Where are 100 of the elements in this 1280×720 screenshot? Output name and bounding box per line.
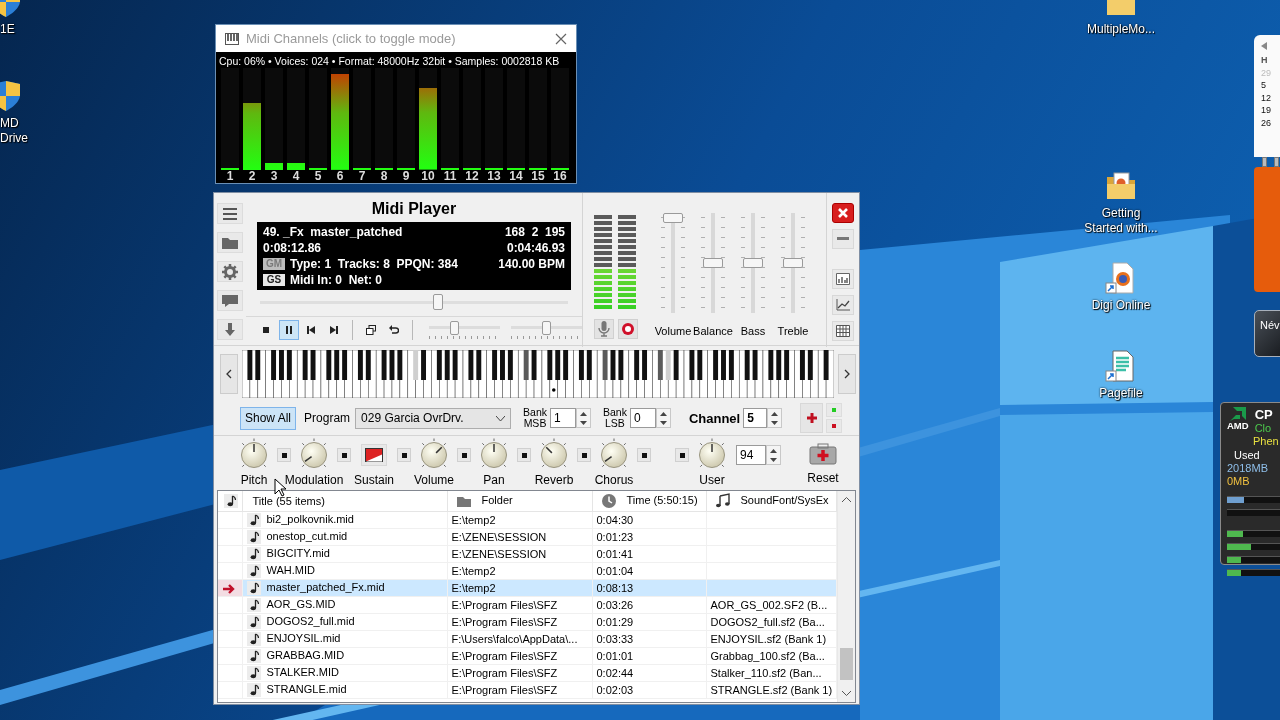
soundfont-cell: ENJOYSIL.sf2 (Bank 1)	[706, 630, 837, 648]
number-field[interactable]: 5	[743, 408, 768, 428]
folder-cell: E:\ZENE\SESSION	[447, 545, 592, 563]
total-time: 0:04:46.93	[506, 241, 565, 255]
playlist-row[interactable]: ENJOYSIL.mid F:\Users\falco\AppData\... 0:03:33 ENJOYSIL.sf2 (Bank 1)	[218, 630, 837, 648]
number-field[interactable]: 1	[550, 408, 576, 428]
track-name: 49. _Fx master_patched	[263, 225, 404, 239]
folder-cell: F:\Users\falco\AppData\...	[447, 630, 592, 648]
time-cell: 0:01:29	[592, 613, 706, 631]
number-field[interactable]: 94	[736, 445, 766, 465]
calendar-day[interactable]: 26	[1261, 116, 1280, 129]
knob-label: Sustain	[354, 473, 394, 487]
playlist-row[interactable]: STRANGLE.mid E:\Program Files\SFZ 0:02:03 STRANGLE.sf2 (Bank 1)	[218, 681, 837, 699]
format-badge: GM	[263, 258, 285, 270]
column-header[interactable]: SoundFont/SysEx	[706, 491, 837, 512]
time-cell: 0:01:04	[592, 562, 706, 580]
playlist-row[interactable]: BIGCITY.mid E:\ZENE\SESSION 0:01:41	[218, 545, 837, 563]
logo-text: AMD	[1227, 421, 1249, 431]
file-title: master_patched_Fx.mid	[266, 580, 385, 593]
used-label: Used	[1233, 449, 1261, 462]
soundfont-cell: AOR_GS_002.SF2 (B...	[706, 596, 837, 614]
calendar-day[interactable]: 5	[1261, 79, 1280, 92]
calendar-day[interactable]: 19	[1261, 104, 1280, 117]
field-label: Bank MSB	[523, 407, 547, 429]
folder-cell: E:\Program Files\SFZ	[447, 613, 592, 631]
channel-number: 7	[358, 170, 366, 183]
icon-label[interactable]: Getting Started with...	[1084, 206, 1158, 236]
folder-cell: E:\ZENE\SESSION	[447, 528, 592, 546]
playlist-row[interactable]: STALKER.MID E:\Program Files\SFZ 0:02:44 Stalker_110.sf2 (Ban...	[218, 664, 837, 682]
playlist-row[interactable]: AOR_GS.MID E:\Program Files\SFZ 0:03:26 AOR_GS_002.SF2 (B...	[218, 596, 837, 614]
playlist-row[interactable]: master_patched_Fx.mid E:\temp2 0:08:13	[218, 579, 837, 597]
channel-number: 15	[531, 170, 545, 183]
playlist-row[interactable]: WAH.MID E:\temp2 0:01:04	[218, 562, 837, 580]
number-field[interactable]: 0	[629, 408, 656, 428]
file-title: bi2_polkovnik.mid	[266, 512, 354, 525]
time-cell: 0:01:23	[592, 528, 706, 546]
channel-number: 5	[314, 170, 322, 183]
file-title: AOR_GS.MID	[266, 597, 336, 610]
file-title: STALKER.MID	[266, 665, 340, 678]
knob-label: Chorus	[594, 473, 634, 487]
model-label: Phen	[1252, 435, 1280, 448]
file-info: Type: 1 Tracks: 8 PPQN: 384	[290, 257, 458, 271]
channel-number: 1	[226, 170, 234, 183]
icon-label[interactable]: MD Drive	[0, 116, 28, 146]
folder-cell: E:\temp2	[447, 511, 592, 529]
channel-number: 6	[336, 170, 344, 183]
channel-number: 16	[553, 170, 567, 183]
time-cell: 0:01:41	[592, 545, 706, 563]
file-title: onestop_cut.mid	[266, 529, 348, 542]
time-cell: 0:03:26	[592, 596, 706, 614]
midi-status: Midi In: 0 Net: 0	[290, 273, 382, 287]
calendar-day[interactable]: 12	[1261, 91, 1280, 104]
column-header[interactable]: Folder	[447, 491, 592, 512]
channel-number: 3	[270, 170, 278, 183]
soundfont-cell: STRANGLE.sf2 (Bank 1)	[706, 681, 837, 699]
soundfont-cell: DOGOS2_full.sf2 (Ba...	[706, 613, 837, 631]
used-memory: 2018MB	[1227, 462, 1269, 475]
show-all-button[interactable]: Show All	[240, 406, 297, 430]
clock-label: Clo	[1254, 422, 1273, 435]
field-label: Bank LSB	[603, 407, 627, 429]
gadget-title: CP	[1254, 407, 1273, 422]
slider-label: Volume	[654, 324, 692, 338]
file-title: STRANGLE.mid	[266, 682, 347, 695]
folder-cell: E:\Program Files\SFZ	[447, 647, 592, 665]
time-cell: 0:03:33	[592, 630, 706, 648]
knob-label: Modulation	[284, 473, 344, 487]
file-title: DOGOS2_full.mid	[266, 614, 355, 627]
file-title: WAH.MID	[266, 563, 315, 576]
knob-label: Pan	[483, 473, 505, 487]
channel-number: 8	[380, 170, 388, 183]
icon-label[interactable]: 1E	[0, 22, 15, 37]
channel-number: 2	[248, 170, 256, 183]
folder-cell: E:\temp2	[447, 562, 592, 580]
slider-label: Bass	[740, 324, 766, 338]
playlist-row[interactable]: DOGOS2_full.mid E:\Program Files\SFZ 0:01:29 DOGOS2_full.sf2 (Ba...	[218, 613, 837, 631]
channel-number: 11	[443, 170, 457, 183]
program-dropdown[interactable]: 029 Garcia OvrDrv.	[355, 407, 512, 429]
time-cell: 0:02:03	[592, 681, 706, 699]
channel-number: 14	[509, 170, 523, 183]
icon-label[interactable]: MultipleMo...	[1087, 22, 1155, 37]
position-counters: 168 2 195	[504, 225, 565, 239]
playlist-row[interactable]: onestop_cut.mid E:\ZENE\SESSION 0:01:23	[218, 528, 837, 546]
playlist-row[interactable]: GRABBAG.MID E:\Program Files\SFZ 0:01:01 Grabbag_100.sf2 (Ba...	[218, 647, 837, 665]
knob-label: User	[699, 473, 725, 487]
soundfont-cell: Grabbag_100.sf2 (Ba...	[706, 647, 837, 665]
status-line: Cpu: 06% • Voices: 024 • Format: 48000Hz 32bit • Samples: 0002818 KB	[218, 54, 561, 68]
playlist-row[interactable]: bi2_polkovnik.mid E:\temp2 0:04:30	[218, 511, 837, 529]
slider-label: Balance	[693, 324, 733, 338]
channel-number: 10	[421, 170, 435, 183]
reset-button[interactable]: Reset	[801, 440, 845, 488]
format-badge: GS	[263, 274, 285, 286]
folder-cell: E:\Program Files\SFZ	[447, 664, 592, 682]
file-title: BIGCITY.mid	[266, 546, 330, 559]
elapsed-time: 0:08:12.86	[263, 241, 323, 255]
time-cell: 0:02:44	[592, 664, 706, 682]
tempo: 140.00 BPM	[498, 257, 565, 271]
knob-label: Reverb	[534, 473, 574, 487]
column-header[interactable]: Time (5:50:15)	[592, 491, 706, 512]
folder-cell: E:\Program Files\SFZ	[447, 681, 592, 699]
app-title: Midi Player	[371, 199, 457, 219]
